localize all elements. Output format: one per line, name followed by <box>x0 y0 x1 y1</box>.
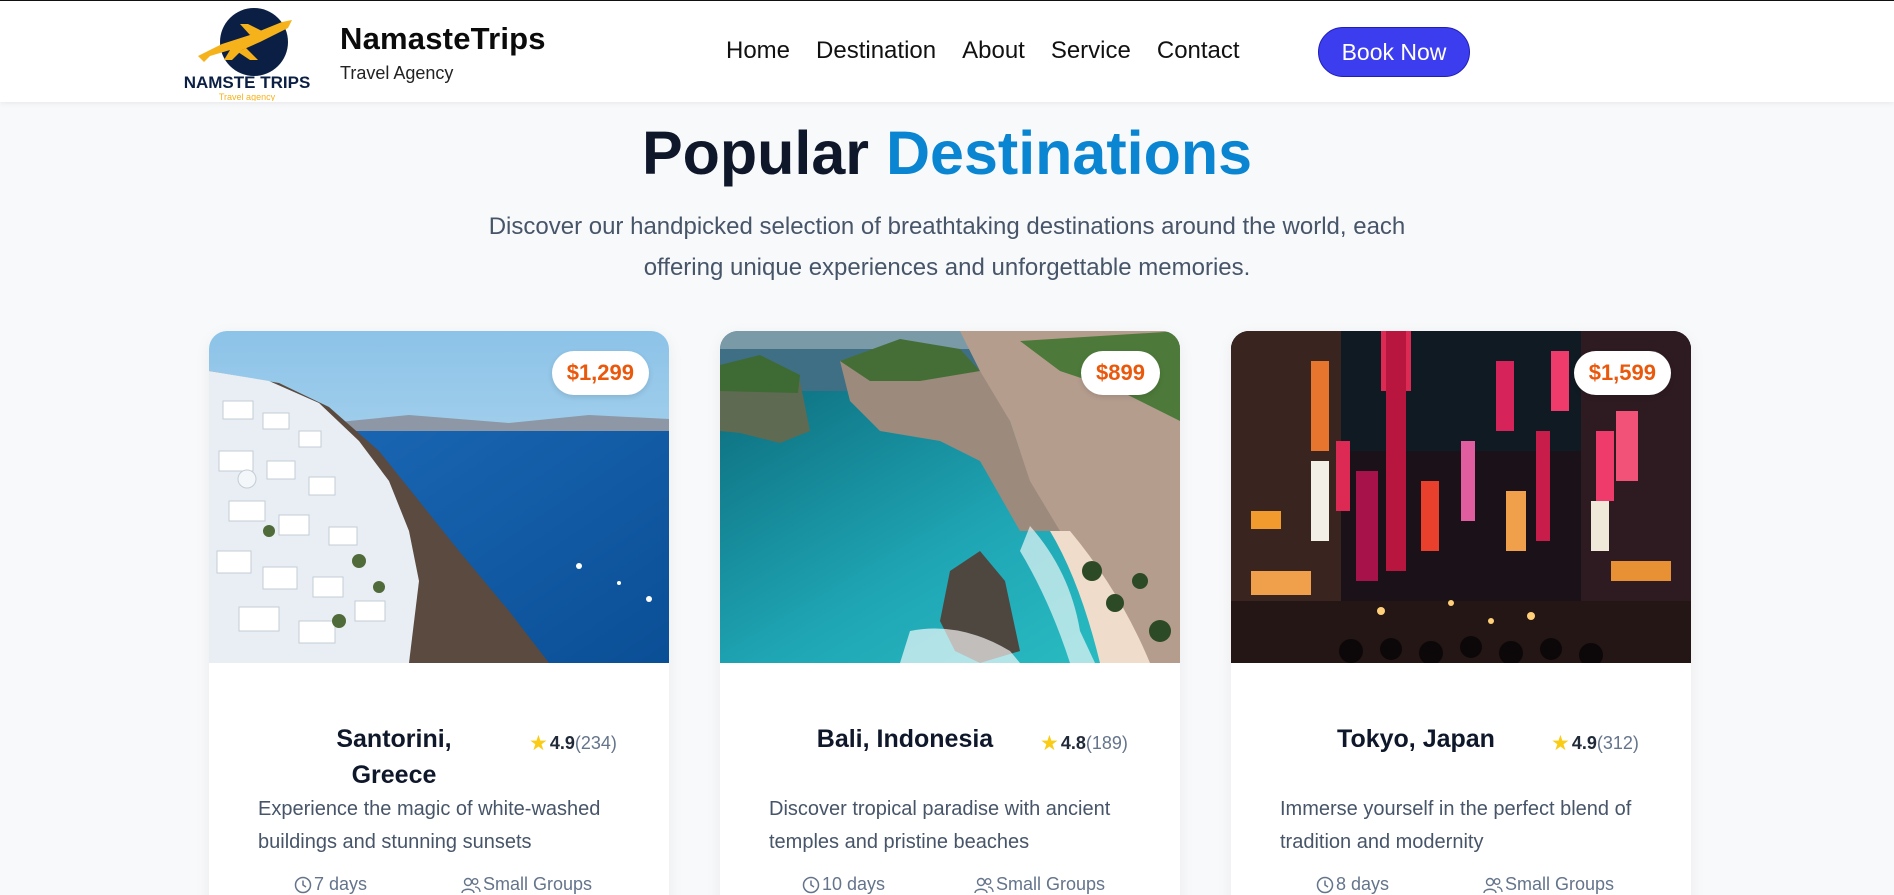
svg-text:Travel agency: Travel agency <box>219 92 276 101</box>
destination-name-line-2: Greece <box>351 761 437 789</box>
star-icon: ★ <box>1551 732 1570 755</box>
group-size: Small Groups <box>461 874 592 895</box>
brand-block: NamasteTrips Travel Agency <box>340 21 546 84</box>
destination-description: Discover tropical paradise with ancient … <box>769 793 1139 859</box>
users-icon <box>974 877 994 893</box>
description-line-1: Discover tropical paradise with ancient <box>769 798 1111 820</box>
section-subtitle: Discover our handpicked selection of bre… <box>447 206 1447 288</box>
top-navbar: NAMSTE TRIPS Travel agency NamasteTrips … <box>0 0 1894 102</box>
nav-service[interactable]: Service <box>1051 37 1131 65</box>
users-icon <box>1483 877 1503 893</box>
trip-duration: 8 days <box>1316 874 1389 895</box>
duration-text: 8 days <box>1336 874 1390 894</box>
nav-home[interactable]: Home <box>726 37 790 65</box>
description-line-1: Immerse yourself in the perfect blend of <box>1280 798 1632 820</box>
destination-description: Experience the magic of white-washed bui… <box>258 793 628 859</box>
group-size: Small Groups <box>974 874 1105 895</box>
review-count: (234) <box>574 733 617 753</box>
destination-name-line-1: Bali, Indonesia <box>816 725 994 753</box>
description-line-1: Experience the magic of white-washed <box>258 798 601 820</box>
rating: ★ 4.8 (189) <box>1040 731 1128 756</box>
destination-name: Tokyo, Japan <box>1301 721 1531 757</box>
description-line-2: temples and pristine beaches <box>769 831 1030 853</box>
trip-duration: 10 days <box>802 874 885 895</box>
review-count: (312) <box>1596 733 1639 753</box>
destination-card-tokyo[interactable]: $1,599 Tokyo, Japan ★ 4.9 (312) Immerse … <box>1231 331 1691 895</box>
rating: ★ 4.9 (312) <box>1551 731 1639 756</box>
destination-card-bali[interactable]: $899 Bali, Indonesia ★ 4.8 (189) Discove… <box>720 331 1180 895</box>
main-menu: Home Destination About Service Contact <box>726 37 1240 65</box>
section-title-accent: Destinations <box>885 119 1253 187</box>
destination-name: Santorini, Greece <box>279 721 509 793</box>
rating-score: 4.8 <box>1060 733 1086 753</box>
duration-text: 10 days <box>822 874 886 894</box>
destination-name-line-1: Santorini, <box>336 725 452 753</box>
users-icon <box>461 877 481 893</box>
price-badge: $1,599 <box>1573 351 1671 395</box>
rating-score: 4.9 <box>549 733 575 753</box>
duration-text: 7 days <box>314 874 368 894</box>
nav-destination[interactable]: Destination <box>816 37 936 65</box>
star-icon: ★ <box>1040 732 1059 755</box>
brand-name: NamasteTrips <box>340 21 546 56</box>
price-badge: $1,299 <box>551 351 649 395</box>
description-line-2: tradition and modernity <box>1280 831 1484 853</box>
book-now-button[interactable]: Book Now <box>1318 27 1470 77</box>
trip-duration: 7 days <box>294 874 367 895</box>
destination-name: Bali, Indonesia <box>790 721 1020 757</box>
rating-score: 4.9 <box>1571 733 1597 753</box>
destination-description: Immerse yourself in the perfect blend of… <box>1280 793 1650 859</box>
brand-tagline: Travel Agency <box>340 63 454 83</box>
group-text: Small Groups <box>1505 874 1615 894</box>
destination-card-santorini[interactable]: $1,299 Santorini, Greece ★ 4.9 (234) Exp… <box>209 331 669 895</box>
svg-text:NAMSTE TRIPS: NAMSTE TRIPS <box>184 73 311 92</box>
nav-contact[interactable]: Contact <box>1157 37 1240 65</box>
subtitle-line-2: offering unique experiences and unforget… <box>643 254 1251 281</box>
section-title-main: Popular <box>641 119 870 187</box>
destination-name-line-1: Tokyo, Japan <box>1337 725 1495 753</box>
clock-icon <box>1316 876 1334 893</box>
clock-icon <box>802 876 820 893</box>
group-text: Small Groups <box>996 874 1106 894</box>
rating: ★ 4.9 (234) <box>529 731 617 756</box>
review-count: (189) <box>1085 733 1128 753</box>
section-title: Popular Destinations <box>0 118 1894 188</box>
namaste-trips-logo[interactable]: NAMSTE TRIPS Travel agency <box>180 4 315 101</box>
nav-about[interactable]: About <box>962 37 1025 65</box>
subtitle-line-1: Discover our handpicked selection of bre… <box>488 213 1406 240</box>
price-badge: $899 <box>1081 351 1160 395</box>
group-size: Small Groups <box>1483 874 1614 895</box>
clock-icon <box>294 876 312 893</box>
description-line-2: buildings and stunning sunsets <box>258 831 532 853</box>
star-icon: ★ <box>529 732 548 755</box>
group-text: Small Groups <box>483 874 593 894</box>
